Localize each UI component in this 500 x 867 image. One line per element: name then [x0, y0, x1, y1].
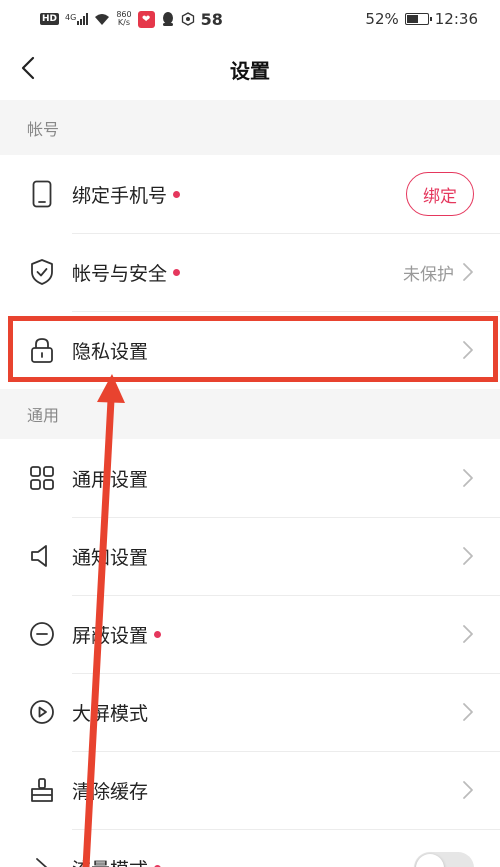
notification-settings-row[interactable]: 通知设置	[0, 517, 500, 595]
network-speed: 860 K/s	[116, 11, 131, 27]
general-settings-row[interactable]: 通用设置	[0, 439, 500, 517]
chevron-right-icon	[463, 703, 473, 721]
clock: 12:36	[434, 10, 478, 28]
red-dot-badge	[173, 268, 181, 276]
clear-cache-row[interactable]: 清除缓存	[0, 751, 500, 829]
play-circle-icon	[28, 698, 56, 726]
privacy-settings-label: 隐私设置	[72, 340, 149, 363]
chevron-right-icon	[463, 625, 473, 643]
large-screen-row[interactable]: 大屏模式	[0, 673, 500, 751]
account-security-label: 帐号与安全	[72, 262, 168, 285]
broom-icon	[28, 776, 56, 804]
clear-cache-label: 清除缓存	[72, 780, 149, 803]
minus-circle-icon	[28, 620, 56, 648]
section-header-account: 帐号	[0, 100, 500, 155]
wifi-icon	[95, 13, 110, 25]
battery-percent: 52%	[365, 10, 399, 28]
bind-button[interactable]: 绑定	[406, 172, 474, 216]
account-security-right: 未保护	[403, 260, 474, 285]
chevron-right-icon	[463, 341, 473, 359]
speed-unit: K/s	[117, 18, 130, 27]
hexagon-icon	[181, 12, 194, 26]
navigation-bar: 设置	[0, 38, 500, 100]
block-settings-row[interactable]: 屏蔽设置	[0, 595, 500, 673]
status-bar: HD 4G 860 K/s ❤ 58 52% 12:36	[0, 0, 500, 38]
lock-icon	[28, 336, 56, 364]
red-dot-badge	[173, 190, 181, 198]
chevron-right-icon	[463, 781, 473, 799]
data-mode-row[interactable]: 流量模式	[0, 829, 500, 867]
qq-icon	[162, 12, 173, 26]
grid-icon	[28, 464, 56, 492]
app-notification-icon: ❤	[137, 10, 155, 28]
general-settings-right	[462, 468, 474, 488]
block-settings-right	[462, 624, 474, 644]
red-dot-badge	[154, 630, 162, 638]
account-security-row[interactable]: 帐号与安全 未保护	[0, 233, 500, 311]
speaker-icon	[28, 542, 56, 570]
chevron-left-icon	[21, 56, 35, 80]
data-mode-toggle[interactable]	[414, 852, 474, 867]
network-type: 4G	[65, 13, 77, 22]
data-mode-icon	[28, 854, 56, 867]
protection-status: 未保护	[403, 264, 454, 285]
section-header-general: 通用	[0, 389, 500, 439]
hd-badge: HD	[40, 13, 60, 25]
phone-icon	[28, 180, 56, 208]
chevron-right-icon	[463, 263, 473, 281]
chevron-right-icon	[463, 547, 473, 565]
battery-icon	[404, 13, 432, 25]
data-mode-label: 流量模式	[72, 855, 148, 867]
general-settings-label: 通用设置	[72, 468, 149, 491]
status-right: 52% 12:36	[365, 10, 478, 28]
bind-phone-label: 绑定手机号	[72, 184, 168, 207]
shield-check-icon	[28, 258, 56, 286]
large-screen-right	[462, 702, 474, 722]
clear-cache-right	[462, 780, 474, 800]
privacy-right	[462, 340, 474, 360]
notification-settings-right	[462, 546, 474, 566]
signal-icon: 4G	[65, 13, 89, 25]
large-screen-label: 大屏模式	[72, 702, 149, 725]
bind-phone-row[interactable]: 绑定手机号 绑定	[0, 155, 500, 233]
notification-settings-label: 通知设置	[72, 546, 149, 569]
back-button[interactable]	[12, 52, 44, 84]
page-title: 设置	[230, 58, 270, 83]
chevron-right-icon	[463, 469, 473, 487]
privacy-settings-row[interactable]: 隐私设置	[0, 311, 500, 389]
block-settings-label: 屏蔽设置	[72, 624, 149, 647]
status-left: HD 4G 860 K/s ❤ 58	[40, 10, 223, 29]
notification-count: 58	[200, 9, 223, 29]
